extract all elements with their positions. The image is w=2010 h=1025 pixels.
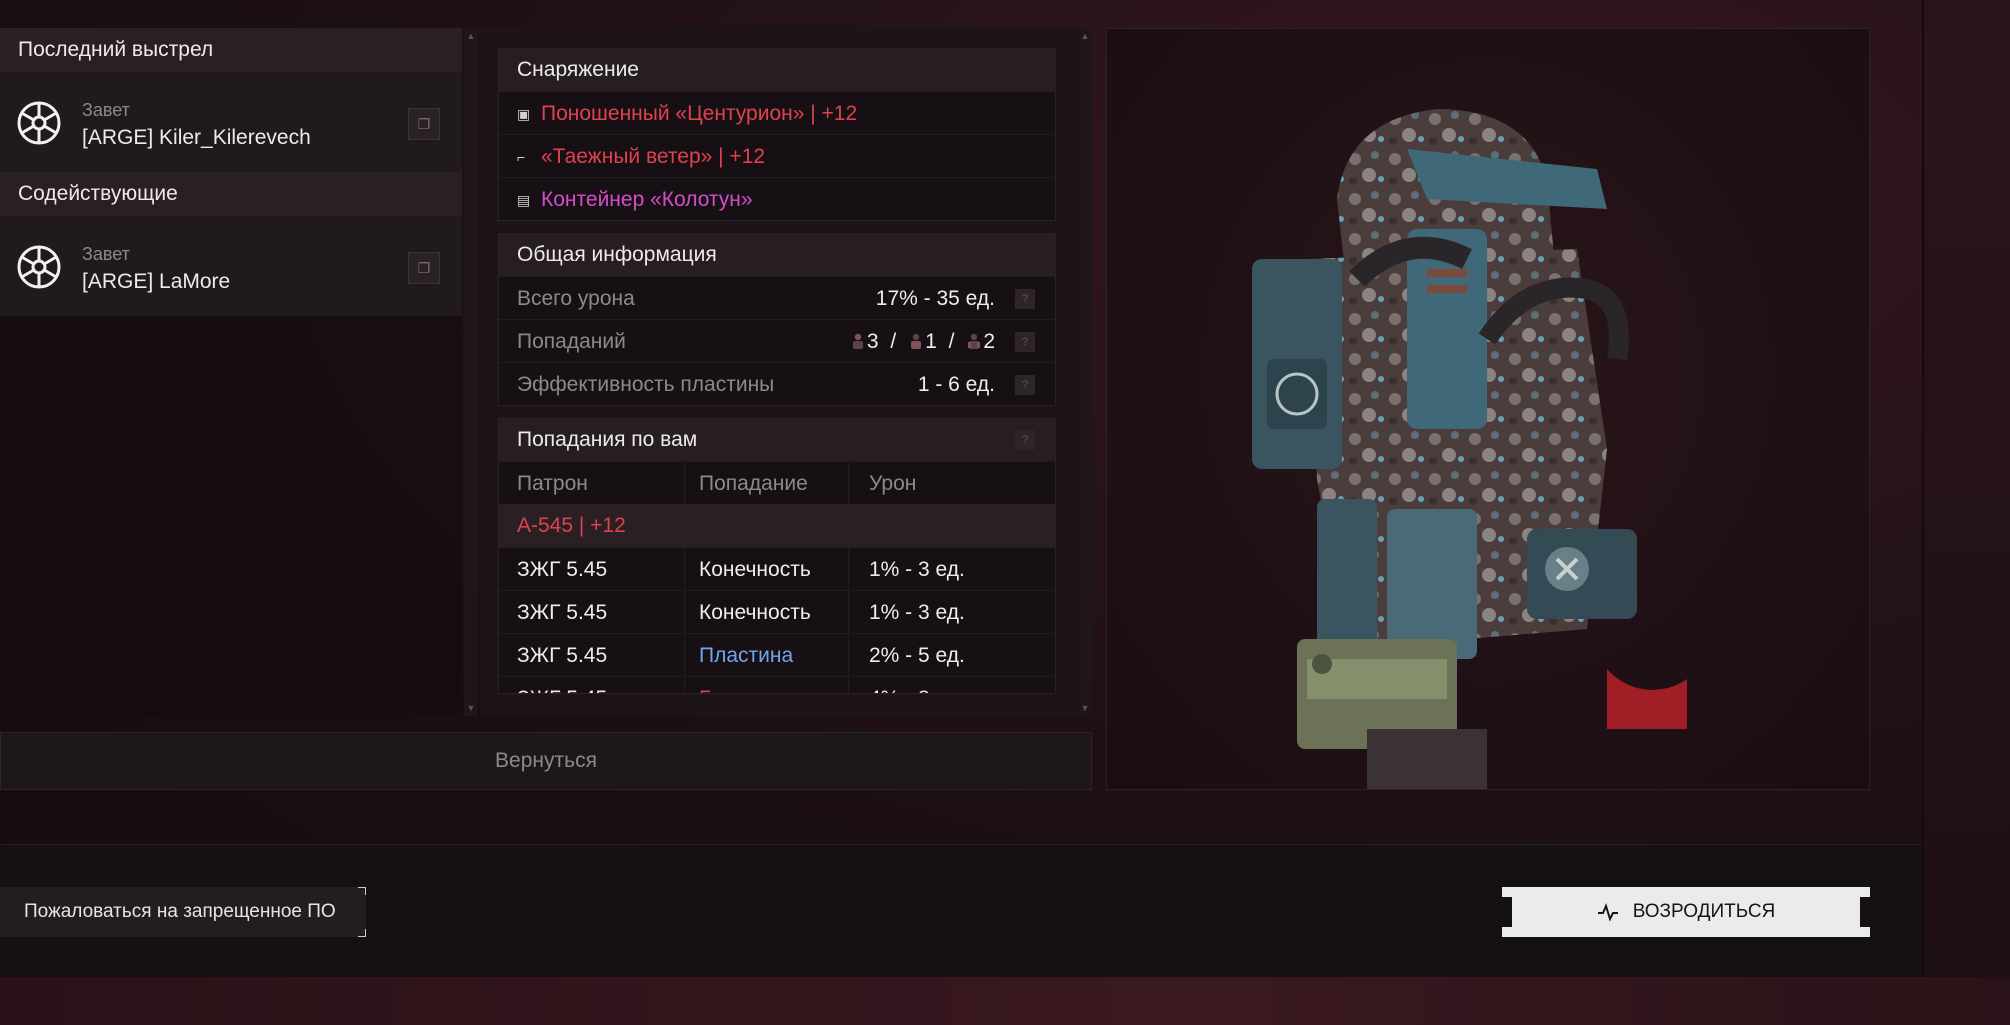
person-head-icon bbox=[852, 333, 863, 349]
equipment-title: Снаряжение bbox=[499, 49, 1055, 91]
equipment-item[interactable]: ▣ Поношенный «Центурион» | +12 bbox=[499, 91, 1055, 134]
character-model-view[interactable] bbox=[1106, 28, 1870, 790]
equipment-item-name: Контейнер «Колотун» bbox=[541, 188, 753, 211]
damage-report-panel: Снаряжение ▣ Поношенный «Центурион» | +12… bbox=[480, 28, 1078, 716]
copy-name-button[interactable]: ❐ bbox=[408, 108, 440, 140]
total-damage-row: Всего урона 17% - 35 ед. ? bbox=[499, 276, 1055, 319]
pulse-icon bbox=[1597, 903, 1618, 922]
table-row: ЗЖГ 5.45 Конечность 1% - 3 ед. bbox=[499, 590, 1055, 633]
killer-name: [ARGE] Kiler_Kilerevech bbox=[82, 126, 311, 149]
copy-name-button[interactable]: ❐ bbox=[408, 252, 440, 284]
plate-efficiency-value: 1 - 6 ед. bbox=[917, 373, 995, 396]
left-scrollbar[interactable]: ▲ ▼ bbox=[464, 28, 478, 716]
faction-emblem-icon bbox=[17, 101, 61, 145]
armor-icon: ▣ bbox=[517, 106, 531, 122]
assist-row[interactable]: Завет [ARGE] LaMore ❐ bbox=[0, 216, 462, 316]
faction-emblem-icon bbox=[17, 245, 61, 289]
hit-ammo: ЗЖГ 5.45 bbox=[499, 634, 685, 676]
hit-damage: 1% - 3 ед. bbox=[869, 558, 965, 581]
table-row: ЗЖГ 5.45 Пластина 2% - 5 ед. bbox=[499, 633, 1055, 676]
hits-limb-count: 2 bbox=[983, 330, 995, 353]
hit-ammo: ЗЖГ 5.45 bbox=[499, 548, 685, 590]
hit-part: Пластина bbox=[685, 634, 849, 676]
middle-scrollbar[interactable]: ▲ ▼ bbox=[1078, 28, 1092, 716]
button-notch bbox=[1502, 897, 1512, 927]
assist-name: [ARGE] LaMore bbox=[82, 270, 231, 293]
respawn-button[interactable]: ВОЗРОДИТЬСЯ bbox=[1502, 887, 1870, 937]
assist-header: Содействующие bbox=[0, 172, 462, 216]
total-damage-label: Всего урона bbox=[517, 287, 635, 310]
column-header-ammo: Патрон bbox=[499, 462, 685, 504]
hits-separator: / bbox=[890, 330, 897, 353]
corner-decor bbox=[358, 887, 366, 895]
hit-damage: 4% - 8 ед. bbox=[849, 677, 1055, 693]
killers-panel: Последний выстрел Завет [ARGE] Kiler_Kil… bbox=[0, 28, 462, 716]
hit-part: Конечность bbox=[685, 591, 849, 633]
equipment-item[interactable]: ⌐ «Таежный ветер» | +12 bbox=[499, 134, 1055, 177]
scroll-down-icon[interactable]: ▼ bbox=[1078, 702, 1092, 714]
scroll-up-icon[interactable]: ▲ bbox=[1078, 30, 1092, 42]
back-button[interactable]: Вернуться bbox=[0, 732, 1092, 790]
hits-on-you-title-text: Попадания по вам bbox=[517, 428, 698, 451]
table-row: ЗЖГ 5.45 Конечность 1% - 3 ед. bbox=[499, 547, 1055, 590]
copy-icon: ❐ bbox=[417, 259, 431, 276]
ammo-group-header: А-545 | +12 bbox=[499, 504, 1055, 547]
copy-icon: ❐ bbox=[417, 115, 431, 132]
killer-row[interactable]: Завет [ARGE] Kiler_Kilerevech ❐ bbox=[0, 72, 462, 172]
help-icon[interactable]: ? bbox=[1015, 289, 1035, 309]
hits-label: Попаданий bbox=[517, 330, 626, 353]
bottom-action-bar: Пожаловаться на запрещенное ПО ВОЗРОДИТЬ… bbox=[0, 844, 1922, 977]
person-body-icon bbox=[911, 333, 922, 349]
respawn-label: ВОЗРОДИТЬСЯ bbox=[1632, 901, 1776, 922]
hits-value: 3 / 1 / 2 bbox=[844, 330, 995, 354]
killer-faction: Завет bbox=[82, 100, 130, 120]
button-notch bbox=[1860, 897, 1870, 927]
hits-head-count: 3 bbox=[866, 330, 879, 353]
equipment-item-name: Поношенный «Центурион» | +12 bbox=[541, 102, 858, 125]
container-icon: ▤ bbox=[517, 192, 531, 208]
column-header-damage: Урон bbox=[869, 472, 917, 495]
hit-ammo: ЗЖГ 5.45 bbox=[499, 591, 685, 633]
person-limb-icon bbox=[968, 333, 981, 349]
general-info-title: Общая информация bbox=[499, 234, 1055, 276]
column-header-hit: Попадание bbox=[685, 462, 849, 504]
hits-separator: / bbox=[948, 330, 955, 353]
last-shot-header: Последний выстрел bbox=[0, 28, 462, 72]
character-model-image bbox=[1252, 109, 1687, 789]
hits-row: Попаданий 3 / 1 / 2 ? bbox=[499, 319, 1055, 362]
hits-on-you-title: Попадания по вам ? bbox=[499, 419, 1055, 461]
help-icon[interactable]: ? bbox=[1015, 375, 1035, 395]
assist-faction: Завет bbox=[82, 244, 130, 264]
report-cheater-button[interactable]: Пожаловаться на запрещенное ПО bbox=[0, 887, 366, 937]
help-icon[interactable]: ? bbox=[1015, 430, 1035, 450]
plate-efficiency-row: Эффективность пластины 1 - 6 ед. ? bbox=[499, 362, 1055, 405]
table-row: ЗЖГ 5.45 Голова 4% - 8 ед. bbox=[499, 676, 1055, 693]
plate-efficiency-label: Эффективность пластины bbox=[517, 373, 775, 396]
report-cheater-label: Пожаловаться на запрещенное ПО bbox=[24, 901, 336, 922]
hits-body-count: 1 bbox=[925, 330, 937, 353]
equipment-item[interactable]: ▤ Контейнер «Колотун» bbox=[499, 177, 1055, 220]
right-decor-strip bbox=[1922, 0, 2010, 977]
hit-part: Голова bbox=[685, 677, 849, 693]
hit-part: Конечность bbox=[685, 548, 849, 590]
bottom-decor-strip bbox=[0, 977, 2010, 1025]
total-damage-value: 17% - 35 ед. bbox=[875, 287, 995, 310]
hits-table-header: Патрон Попадание Урон bbox=[499, 461, 1055, 504]
general-info-block: Общая информация Всего урона 17% - 35 ед… bbox=[498, 233, 1056, 406]
corner-decor bbox=[358, 929, 366, 937]
gun-icon: ⌐ bbox=[517, 149, 526, 165]
equipment-item-name: «Таежный ветер» | +12 bbox=[541, 145, 766, 168]
hits-on-you-block: Попадания по вам ? Патрон Попадание Урон… bbox=[498, 418, 1056, 694]
hit-damage: 2% - 5 ед. bbox=[869, 644, 965, 667]
help-icon[interactable]: ? bbox=[1015, 332, 1035, 352]
equipment-block: Снаряжение ▣ Поношенный «Центурион» | +12… bbox=[498, 48, 1056, 221]
scroll-down-icon[interactable]: ▼ bbox=[464, 702, 478, 714]
scroll-up-icon[interactable]: ▲ bbox=[464, 30, 478, 42]
hit-ammo: ЗЖГ 5.45 bbox=[499, 677, 685, 693]
hit-damage: 1% - 3 ед. bbox=[869, 601, 965, 624]
